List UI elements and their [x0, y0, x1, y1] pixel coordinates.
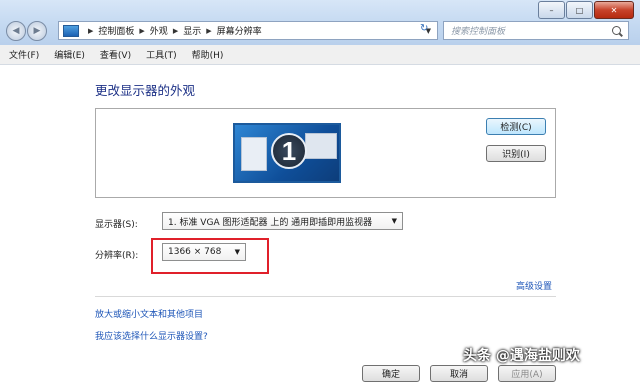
apply-button[interactable]: 应用(A)	[498, 365, 556, 382]
menu-view[interactable]: 查看(V)	[94, 48, 137, 61]
forward-button[interactable]: ▶	[27, 21, 47, 41]
search-input[interactable]: 搜索控制面板	[444, 24, 612, 37]
search-icon[interactable]	[612, 26, 621, 35]
menu-tools[interactable]: 工具(T)	[140, 48, 183, 61]
menu-file[interactable]: 文件(F)	[3, 48, 45, 61]
control-panel-icon	[63, 24, 79, 37]
watermark: 头条 @遇海盐则欢	[463, 348, 580, 364]
address-bar[interactable]: ▶ 控制面板 ▶ 外观 ▶ 显示 ▶ 屏幕分辨率 ▼	[58, 21, 438, 40]
menu-bar: 文件(F) 编辑(E) 查看(V) 工具(T) 帮助(H)	[0, 45, 640, 65]
chevron-right-icon: ▶	[206, 26, 212, 35]
chevron-right-icon: ▶	[139, 26, 145, 35]
chevron-right-icon: ▶	[172, 26, 179, 35]
resolution-label: 分辨率(R):	[95, 251, 139, 261]
refresh-icon[interactable]: ↻	[420, 23, 428, 34]
monitor-number-badge: 1	[271, 133, 307, 169]
maximize-button[interactable]: □	[566, 1, 593, 19]
highlight-box	[151, 238, 269, 274]
divider	[95, 296, 556, 297]
page-title: 更改显示器的外观	[95, 83, 196, 98]
title-bar: – □ ✕ ◀ ▶ ▶ 控制面板 ▶ 外观 ▶ 显示 ▶ 屏幕分辨率 ▼ ↻ 搜…	[0, 0, 640, 45]
monitor-thumbnail[interactable]: 1	[233, 123, 341, 183]
display-settings-help-link[interactable]: 我应该选择什么显示器设置?	[95, 329, 208, 342]
chevron-right-icon: ▶	[88, 26, 94, 35]
zoom-text-link[interactable]: 放大或缩小文本和其他项目	[95, 307, 203, 320]
chevron-down-icon: ▼	[391, 217, 397, 225]
search-box[interactable]: 搜索控制面板	[443, 21, 629, 40]
breadcrumb-appearance[interactable]: 外观	[150, 24, 168, 37]
breadcrumb-screen-resolution[interactable]: 屏幕分辨率	[217, 24, 262, 37]
back-button[interactable]: ◀	[6, 21, 26, 41]
menu-help[interactable]: 帮助(H)	[186, 48, 230, 61]
window-preview	[305, 133, 337, 159]
minimize-button[interactable]: –	[538, 1, 565, 19]
ok-button[interactable]: 确定	[362, 365, 420, 382]
cancel-button[interactable]: 取消	[430, 365, 488, 382]
advanced-settings-link[interactable]: 高级设置	[516, 279, 552, 292]
breadcrumb-display[interactable]: 显示	[183, 24, 201, 37]
display-select[interactable]: 1. 标准 VGA 图形适配器 上的 通用即插即用监视器 ▼	[162, 212, 403, 230]
identify-button[interactable]: 识别(I)	[486, 145, 546, 162]
menu-edit[interactable]: 编辑(E)	[48, 48, 91, 61]
detect-button[interactable]: 检测(C)	[486, 118, 546, 135]
breadcrumb-control-panel[interactable]: 控制面板	[98, 24, 134, 37]
window-controls: – □ ✕	[537, 1, 634, 19]
window-preview	[241, 137, 267, 171]
display-select-value: 1. 标准 VGA 图形适配器 上的 通用即插即用监视器	[168, 217, 373, 228]
close-button[interactable]: ✕	[594, 1, 634, 19]
display-label: 显示器(S):	[95, 220, 138, 230]
